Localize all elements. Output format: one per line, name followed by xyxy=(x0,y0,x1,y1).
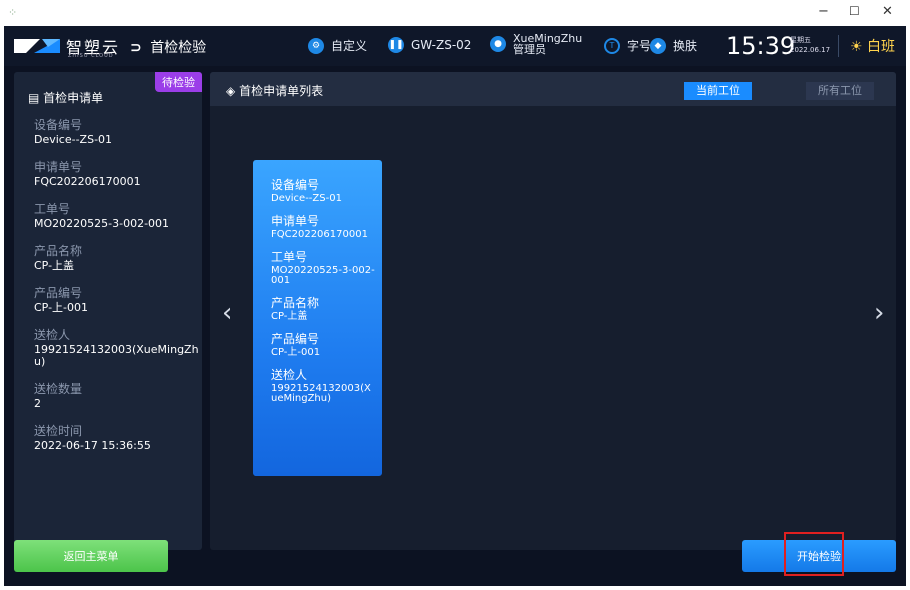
card-field: 送检人 19921524132003(XueMingZhu) xyxy=(271,368,375,404)
field-label: 工单号 xyxy=(34,202,71,216)
back-label: 首检检验 xyxy=(150,40,207,56)
panel-title: ▤ 首检申请单 xyxy=(28,89,103,106)
weekday: 星期五 xyxy=(790,36,811,44)
field-value: FQC202206170001 xyxy=(34,175,141,188)
back-button[interactable]: ⊃ 首检检验 xyxy=(130,37,206,57)
station-selector[interactable]: ❚❚ GW-ZS-02 xyxy=(388,37,471,53)
detail-field: 产品名称 CP-上盖 xyxy=(34,244,199,272)
user-menu[interactable]: ● XueMingZhu 管理员 xyxy=(490,33,582,55)
field-label: 送检数量 xyxy=(34,382,83,396)
card-field-label: 设备编号 xyxy=(271,178,320,192)
card-field-value: 19921524132003(XueMingZhu) xyxy=(271,383,371,404)
status-badge: 待检验 xyxy=(155,72,202,92)
font-size-button[interactable]: T 字号 xyxy=(604,37,651,54)
skin-label: 换肤 xyxy=(673,39,698,53)
font-label: 字号 xyxy=(627,39,652,53)
layers-icon: ◈ xyxy=(226,84,236,98)
card-field-label: 送检人 xyxy=(271,368,308,382)
back-arrow-icon: ⊃ xyxy=(130,40,142,56)
detail-field: 工单号 MO20220525-3-002-001 xyxy=(34,202,199,230)
application-card[interactable]: 设备编号 Device--ZS-01 申请单号 FQC202206170001 … xyxy=(253,160,382,476)
clock-time: 15:39 xyxy=(726,32,796,60)
shirt-icon: ◆ xyxy=(650,37,666,54)
app-icon: ⁘ xyxy=(8,6,18,19)
pause-icon: ❚❚ xyxy=(388,37,404,53)
field-label: 产品编号 xyxy=(34,286,83,300)
top-bar: 智塑云 ZHISU CLOUD ⊃ 首检检验 ⚙ 自定义 ❚❚ GW-ZS-02… xyxy=(4,26,906,66)
field-value: MO20220525-3-002-001 xyxy=(34,217,170,230)
card-field: 设备编号 Device--ZS-01 xyxy=(271,178,375,204)
card-field-value: CP-上盖 xyxy=(271,311,308,322)
card-field-label: 工单号 xyxy=(271,250,308,264)
shift-indicator: ☀ 白班 xyxy=(850,36,895,56)
list-header: ◈ 首检申请单列表 当前工位 所有工位 xyxy=(210,72,896,106)
maximize-button[interactable]: ☐ xyxy=(849,4,860,18)
detail-field: 送检人 19921524132003(XueMingZhu) xyxy=(34,328,199,368)
detail-fields: 设备编号 Device--ZS-01 申请单号 FQC202206170001 … xyxy=(34,118,199,466)
field-value: CP-上-001 xyxy=(34,301,89,314)
field-value: 2022-06-17 15:36:55 xyxy=(34,439,151,452)
detail-field: 送检数量 2 xyxy=(34,382,199,410)
card-field-value: Device--ZS-01 xyxy=(271,193,342,204)
card-field-value: FQC202206170001 xyxy=(271,229,368,240)
brand-logo-icon xyxy=(14,39,60,53)
field-label: 设备编号 xyxy=(34,118,83,132)
settings-icon: ⚙ xyxy=(308,37,324,54)
field-label: 送检人 xyxy=(34,328,71,342)
detail-field: 产品编号 CP-上-001 xyxy=(34,286,199,314)
start-inspection-button[interactable]: 开始检验 xyxy=(742,540,896,572)
detail-field: 设备编号 Device--ZS-01 xyxy=(34,118,199,146)
tab-current-station[interactable]: 当前工位 xyxy=(684,82,752,100)
custom-label: 自定义 xyxy=(331,39,368,53)
application-list-panel: ◈ 首检申请单列表 当前工位 所有工位 ‹ › 设备编号 Device--ZS-… xyxy=(210,72,896,550)
close-button[interactable]: ✕ xyxy=(882,4,893,19)
tab-all-stations[interactable]: 所有工位 xyxy=(806,82,874,100)
custom-button[interactable]: ⚙ 自定义 xyxy=(308,37,367,54)
date-box: 星期五 2022.06.17 xyxy=(790,35,830,55)
skin-button[interactable]: ◆ 换肤 xyxy=(650,37,697,54)
field-label: 申请单号 xyxy=(34,160,83,174)
card-field-value: MO20220525-3-002-001 xyxy=(271,265,375,286)
field-label: 产品名称 xyxy=(34,244,83,258)
card-field: 产品名称 CP-上盖 xyxy=(271,296,375,322)
back-to-main-menu-button[interactable]: 返回主菜单 xyxy=(14,540,168,572)
field-label: 送检时间 xyxy=(34,424,83,438)
list-title-text: 首检申请单列表 xyxy=(239,84,324,98)
app-window: 智塑云 ZHISU CLOUD ⊃ 首检检验 ⚙ 自定义 ❚❚ GW-ZS-02… xyxy=(4,26,906,586)
list-title: ◈ 首检申请单列表 xyxy=(226,82,323,99)
card-field: 产品编号 CP-上-001 xyxy=(271,332,375,358)
date: 2022.06.17 xyxy=(790,46,831,54)
shift-label: 白班 xyxy=(867,39,896,55)
card-field-value: CP-上-001 xyxy=(271,347,321,358)
station-label: GW-ZS-02 xyxy=(411,38,472,52)
detail-field: 申请单号 FQC202206170001 xyxy=(34,160,199,188)
card-field: 工单号 MO20220525-3-002-001 xyxy=(271,250,375,286)
chevron-right-icon[interactable]: › xyxy=(874,298,884,328)
card-fields: 设备编号 Device--ZS-01 申请单号 FQC202206170001 … xyxy=(271,178,375,414)
field-value: 2 xyxy=(34,397,41,410)
divider xyxy=(838,35,839,57)
field-value: 19921524132003(XueMingZhu) xyxy=(34,343,199,368)
card-field: 申请单号 FQC202206170001 xyxy=(271,214,375,240)
sun-icon: ☀ xyxy=(850,39,863,55)
application-detail-panel: 待检验 ▤ 首检申请单 设备编号 Device--ZS-01 申请单号 FQC2… xyxy=(14,72,202,550)
chevron-left-icon[interactable]: ‹ xyxy=(222,298,232,328)
field-value: CP-上盖 xyxy=(34,259,75,272)
font-icon: T xyxy=(604,37,620,54)
card-field-label: 申请单号 xyxy=(271,214,320,228)
brand-subtitle: ZHISU CLOUD xyxy=(68,53,114,59)
window-titlebar: ⁘ − ☐ ✕ xyxy=(0,0,910,26)
card-field-label: 产品名称 xyxy=(271,296,320,310)
document-icon: ▤ xyxy=(28,91,40,105)
detail-field: 送检时间 2022-06-17 15:36:55 xyxy=(34,424,199,452)
user-role: 管理员 xyxy=(513,43,546,56)
minimize-button[interactable]: − xyxy=(818,4,829,19)
user-icon: ● xyxy=(490,36,506,52)
field-value: Device--ZS-01 xyxy=(34,133,113,146)
card-field-label: 产品编号 xyxy=(271,332,320,346)
panel-title-text: 首检申请单 xyxy=(43,91,104,105)
